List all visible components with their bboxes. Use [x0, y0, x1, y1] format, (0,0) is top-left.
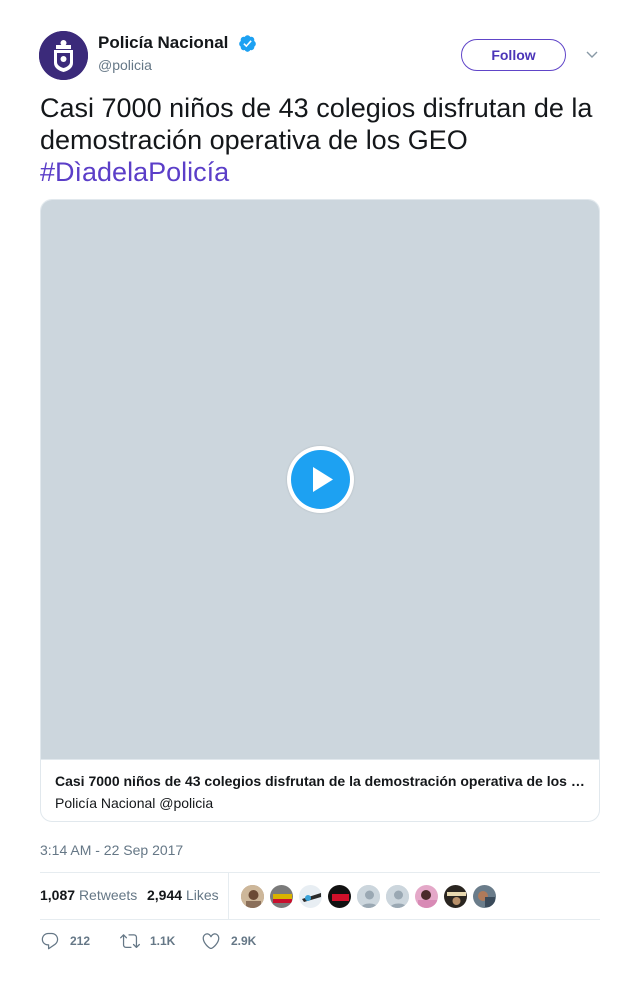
play-button[interactable]	[287, 446, 354, 513]
liker-avatar[interactable]	[443, 884, 468, 909]
profile-avatar[interactable]	[39, 31, 88, 80]
liker-avatar[interactable]	[356, 884, 381, 909]
like-button[interactable]: 2.9K	[201, 928, 256, 954]
liker-avatar[interactable]	[385, 884, 410, 909]
retweets-label: Retweets	[78, 887, 138, 903]
liker-avatar[interactable]	[269, 884, 294, 909]
play-icon	[313, 467, 333, 492]
video-player[interactable]	[41, 200, 599, 759]
tweet-timestamp[interactable]: 3:14 AM - 22 Sep 2017	[40, 842, 183, 858]
account-names: Policía Nacional @policia	[98, 33, 257, 73]
tweet-text: Casi 7000 niños de 43 colegios disfrutan…	[40, 92, 600, 188]
liker-avatar[interactable]	[327, 884, 352, 909]
reply-icon	[41, 932, 59, 950]
liker-avatar[interactable]	[298, 884, 323, 909]
likes-label: Likes	[185, 887, 219, 903]
card-title: Casi 7000 niños de 43 colegios disfrutan…	[55, 773, 585, 789]
display-name[interactable]: Policía Nacional	[98, 33, 228, 53]
liker-avatar[interactable]	[240, 884, 265, 909]
stats-separator	[228, 873, 229, 919]
hashtag-link[interactable]: #DìadelaPolicía	[40, 157, 229, 187]
reply-count: 212	[70, 934, 91, 948]
chevron-down-icon[interactable]	[585, 47, 599, 61]
police-emblem-icon	[39, 31, 88, 80]
heart-icon	[202, 933, 220, 950]
like-count: 2.9K	[231, 934, 257, 948]
retweet-button[interactable]: 1.1K	[120, 928, 175, 954]
retweets-count: 1,087	[40, 887, 76, 903]
account-handle[interactable]: @policia	[98, 57, 257, 73]
verified-badge-icon	[238, 34, 257, 53]
retweet-icon	[120, 934, 140, 949]
liker-avatar[interactable]	[414, 884, 439, 909]
tweet-stats: 1,087 Retweets 2,944 Likes	[40, 873, 600, 919]
tweet-actions: 212 1.1K 2.9K	[40, 928, 600, 954]
retweet-count: 1.1K	[150, 934, 176, 948]
follow-button[interactable]: Follow	[461, 39, 566, 71]
divider	[40, 919, 600, 920]
retweets-stat[interactable]: 1,087 Retweets	[40, 887, 137, 903]
reply-button[interactable]: 212	[40, 928, 90, 954]
card-info[interactable]: Casi 7000 niños de 43 colegios disfrutan…	[41, 759, 599, 821]
likes-count: 2,944	[147, 887, 183, 903]
card-byline: Policía Nacional @policia	[55, 795, 214, 811]
liker-avatar[interactable]	[472, 884, 497, 909]
tweet-header: Policía Nacional @policia Follow	[39, 31, 600, 80]
video-card[interactable]: Casi 7000 niños de 43 colegios disfrutan…	[40, 199, 600, 822]
tweet-body: Casi 7000 niños de 43 colegios disfrutan…	[40, 93, 593, 155]
likes-stat[interactable]: 2,944 Likes	[147, 887, 219, 903]
